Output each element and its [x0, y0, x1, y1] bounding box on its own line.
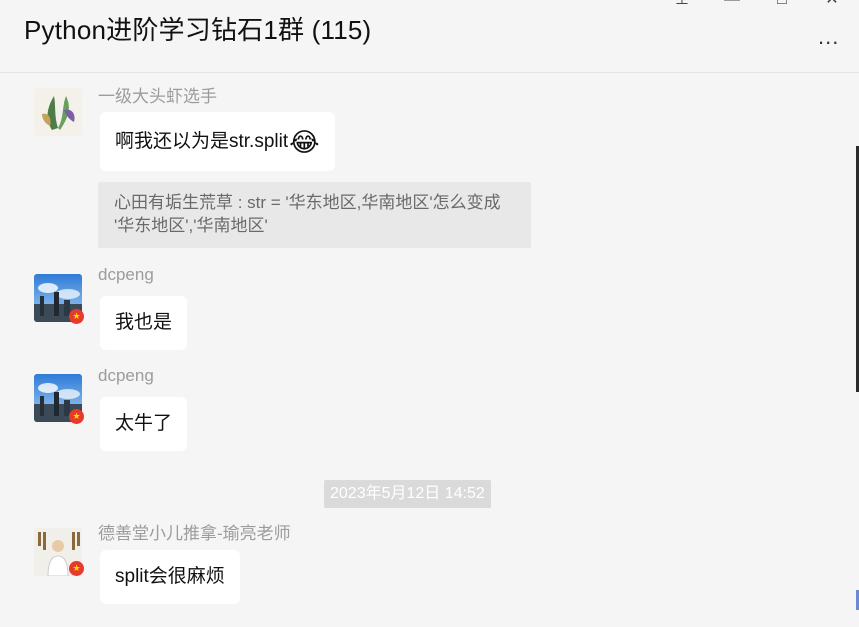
message-text: split会很麻烦: [115, 566, 225, 587]
maximize-icon[interactable]: □: [770, 0, 794, 10]
timestamp-divider: 2023年5月12日 14:52: [324, 480, 491, 508]
message-bubble[interactable]: 太牛了: [100, 397, 188, 451]
sender-name: dcpeng: [98, 265, 154, 284]
message-bubble[interactable]: 啊我还以为是str.split😂: [100, 112, 335, 171]
message-bubble[interactable]: 我也是: [100, 296, 188, 350]
chat-window: Python进阶学习钻石1群 (115) ⊥ — □ ✕ ... 一级大头虾选手…: [0, 0, 859, 627]
chat-header: Python进阶学习钻石1群 (115) ⊥ — □ ✕ ...: [0, 0, 859, 73]
china-flag-badge-icon: ★: [69, 561, 84, 576]
sender-name: dcpeng: [98, 366, 154, 385]
china-flag-badge-icon: ★: [69, 409, 84, 424]
pin-icon[interactable]: ⊥: [670, 0, 694, 10]
avatar-image: [34, 88, 82, 136]
message-bubble[interactable]: split会很麻烦: [100, 550, 240, 604]
sender-name: 德善堂小儿推拿-瑜亮老师: [98, 524, 291, 543]
quoted-message[interactable]: 心田有垢生荒草 : str = '华东地区,华南地区'怎么变成 '华东地区','…: [98, 182, 531, 248]
message-text: 啊我还以为是str.split: [115, 131, 289, 152]
message-text: 我也是: [115, 312, 173, 333]
china-flag-badge-icon: ★: [69, 309, 84, 324]
laughing-emoji-icon: 😂: [289, 127, 320, 157]
minimize-icon[interactable]: —: [720, 0, 744, 10]
message-text: 太牛了: [115, 413, 173, 434]
close-icon[interactable]: ✕: [820, 0, 844, 10]
more-options-icon[interactable]: ...: [818, 24, 839, 50]
avatar[interactable]: [34, 88, 82, 136]
sender-name: 一级大头虾选手: [98, 87, 217, 106]
chat-title: Python进阶学习钻石1群 (115): [24, 15, 372, 45]
